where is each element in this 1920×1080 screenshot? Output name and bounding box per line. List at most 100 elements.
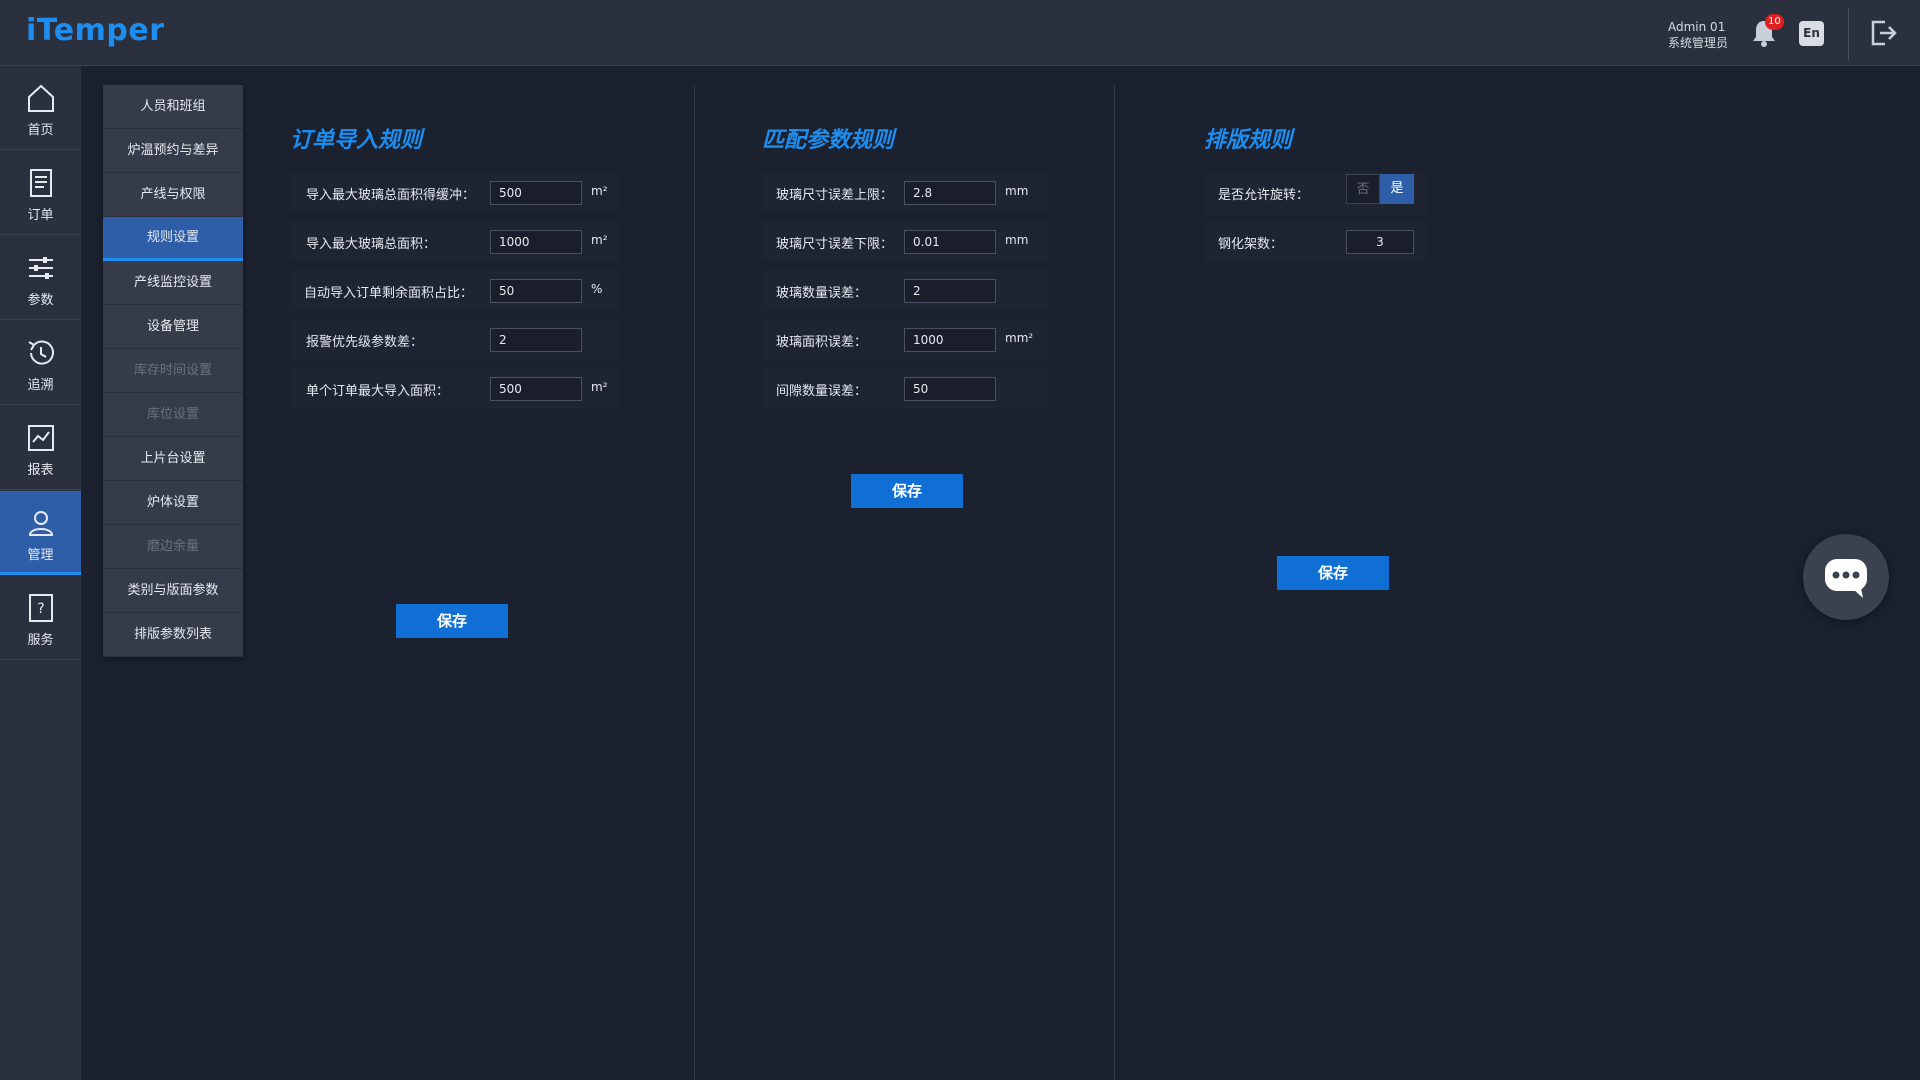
form-row: 报警优先级参数差： xyxy=(290,319,620,359)
nav-params[interactable]: 参数 xyxy=(0,236,81,320)
max-area-input[interactable] xyxy=(490,230,582,254)
unit-label: mm xyxy=(1005,233,1029,247)
rack-count-input[interactable] xyxy=(1346,230,1414,254)
logout-icon[interactable] xyxy=(1868,18,1898,48)
field-label: 间隙数量误差： xyxy=(776,384,868,399)
form-row: 是否允许旋转： 否 是 xyxy=(1204,172,1426,216)
nav-trace[interactable]: 追溯 xyxy=(0,321,81,405)
manage-submenu: 人员和班组 炉温预约与差异 产线与权限 规则设置 产线监控设置 设备管理 库存时… xyxy=(103,85,243,657)
submenu-item[interactable]: 上片台设置 xyxy=(103,437,243,481)
nav-report[interactable]: 报表 xyxy=(0,406,81,490)
user-info[interactable]: Admin 01 系统管理员 xyxy=(1668,19,1728,51)
field-label: 单个订单最大导入面积： xyxy=(306,384,450,399)
field-label: 玻璃面积误差： xyxy=(776,335,868,350)
field-label: 导入最大玻璃总面积得缓冲： xyxy=(306,188,476,203)
unit-label: mm xyxy=(1005,184,1029,198)
nav-order[interactable]: 订单 xyxy=(0,151,81,235)
area-error-input[interactable] xyxy=(904,328,996,352)
submenu-item[interactable]: 炉体设置 xyxy=(103,481,243,525)
order-icon xyxy=(29,169,52,197)
submenu-item[interactable]: 人员和班组 xyxy=(103,85,243,129)
form-row: 间隙数量误差： xyxy=(762,368,1048,408)
home-icon xyxy=(27,84,54,112)
report-icon xyxy=(27,425,54,451)
language-toggle-button[interactable]: En xyxy=(1799,21,1824,46)
nav-service[interactable]: ? 服务 xyxy=(0,576,81,660)
form-row: 导入最大玻璃总面积得缓冲： m² xyxy=(290,172,620,212)
field-label: 玻璃尺寸误差上限： xyxy=(776,188,894,203)
gap-count-error-input[interactable] xyxy=(904,377,996,401)
column-divider xyxy=(1114,85,1115,1080)
user-name: Admin 01 xyxy=(1668,20,1726,34)
nav-label: 追溯 xyxy=(27,378,54,393)
nav-label: 报表 xyxy=(27,463,54,478)
unit-label: m² xyxy=(591,184,608,198)
nav-label: 服务 xyxy=(27,633,54,648)
submenu-item[interactable]: 排版参数列表 xyxy=(103,613,243,657)
app-logo[interactable]: iTemper xyxy=(26,13,165,48)
rotate-no-option[interactable]: 否 xyxy=(1346,174,1380,204)
sliders-icon xyxy=(28,257,53,279)
size-upper-input[interactable] xyxy=(904,181,996,205)
size-lower-input[interactable] xyxy=(904,230,996,254)
quantity-error-input[interactable] xyxy=(904,279,996,303)
field-label: 玻璃数量误差： xyxy=(776,286,868,301)
submenu-item[interactable]: 产线监控设置 xyxy=(103,261,243,305)
history-icon xyxy=(27,340,54,365)
form-row: 钢化架数： xyxy=(1204,221,1426,261)
help-icon: ? xyxy=(28,594,53,622)
notification-badge: 10 xyxy=(1765,14,1784,30)
field-label: 导入最大玻璃总面积： xyxy=(306,237,437,252)
rotate-yes-option[interactable]: 是 xyxy=(1380,174,1414,204)
submenu-item-disabled: 库存时间设置 xyxy=(103,349,243,393)
unit-label: m² xyxy=(591,380,608,394)
form-row: 玻璃尺寸误差上限： mm xyxy=(762,172,1048,212)
form-row: 导入最大玻璃总面积： m² xyxy=(290,221,620,261)
field-label: 钢化架数： xyxy=(1218,237,1284,252)
layout-rules-title: 排版规则 xyxy=(1204,128,1293,153)
remaining-ratio-input[interactable] xyxy=(490,279,582,303)
submenu-item[interactable]: 类别与版面参数 xyxy=(103,569,243,613)
chat-button[interactable] xyxy=(1803,534,1889,620)
submenu-item[interactable]: 炉温预约与差异 xyxy=(103,129,243,173)
field-label: 报警优先级参数差： xyxy=(306,335,424,350)
single-order-area-input[interactable] xyxy=(490,377,582,401)
match-rules-title: 匹配参数规则 xyxy=(762,128,895,153)
order-rules-title: 订单导入规则 xyxy=(290,128,423,153)
divider xyxy=(1848,8,1849,60)
top-bar: iTemper Admin 01 系统管理员 10 En xyxy=(0,0,1920,66)
user-role: 系统管理员 xyxy=(1668,36,1729,50)
field-label: 是否允许旋转： xyxy=(1218,188,1310,203)
nav-label: 参数 xyxy=(27,293,54,308)
unit-label: % xyxy=(591,282,603,296)
svg-text:?: ? xyxy=(37,601,44,617)
main-nav-rail: 首页 订单 参数 追溯 报表 管理 ? 服务 xyxy=(0,66,81,1080)
submenu-item[interactable]: 产线与权限 xyxy=(103,173,243,217)
form-row: 单个订单最大导入面积： m² xyxy=(290,368,620,408)
submenu-item[interactable]: 设备管理 xyxy=(103,305,243,349)
nav-label: 首页 xyxy=(27,123,54,138)
field-label: 自动导入订单剩余面积占比： xyxy=(304,286,474,301)
buffer-area-input[interactable] xyxy=(490,181,582,205)
layout-rules-save-button[interactable]: 保存 xyxy=(1277,556,1389,590)
user-manage-icon xyxy=(28,511,53,536)
field-label: 玻璃尺寸误差下限： xyxy=(776,237,894,252)
submenu-item-disabled: 磨边余量 xyxy=(103,525,243,569)
column-divider xyxy=(694,85,695,1080)
form-row: 玻璃数量误差： xyxy=(762,270,1048,310)
alarm-priority-input[interactable] xyxy=(490,328,582,352)
nav-manage[interactable]: 管理 xyxy=(0,491,81,575)
unit-label: mm² xyxy=(1005,331,1034,345)
unit-label: m² xyxy=(591,233,608,247)
form-row: 自动导入订单剩余面积占比： % xyxy=(290,270,620,310)
submenu-item-active[interactable]: 规则设置 xyxy=(103,217,243,261)
order-rules-save-button[interactable]: 保存 xyxy=(396,604,508,638)
chat-icon xyxy=(1825,559,1867,598)
form-row: 玻璃面积误差： mm² xyxy=(762,319,1048,359)
rotate-toggle[interactable]: 否 是 xyxy=(1346,174,1414,204)
nav-label: 订单 xyxy=(27,208,54,223)
submenu-item-disabled: 库位设置 xyxy=(103,393,243,437)
form-row: 玻璃尺寸误差下限： mm xyxy=(762,221,1048,261)
match-rules-save-button[interactable]: 保存 xyxy=(851,474,963,508)
nav-home[interactable]: 首页 xyxy=(0,66,81,150)
